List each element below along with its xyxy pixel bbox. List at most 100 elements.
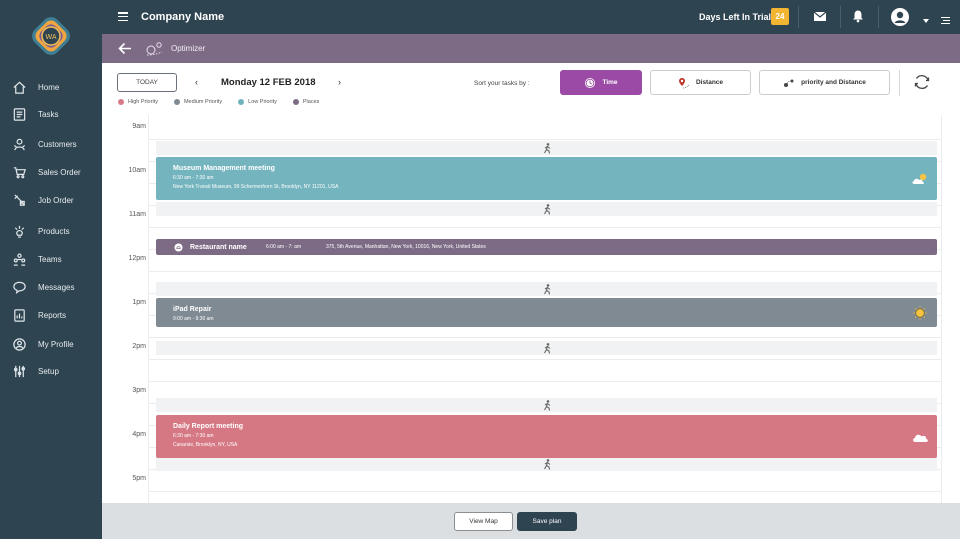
prev-day-icon[interactable]: ‹	[195, 77, 198, 87]
event-card[interactable]: Museum Management meeting 6:30 am - 7:30 …	[156, 157, 937, 200]
sidebar-item-label: Teams	[38, 254, 62, 264]
save-plan-button[interactable]: Save plan	[517, 512, 577, 531]
event-address: Canarsie, Brooklyn, NY, USA	[173, 442, 238, 448]
mail-icon[interactable]	[813, 9, 827, 23]
sidebar: WA Home Tasks Customers Sales Order Job Orde…	[0, 0, 102, 539]
legend-item: Low Priority	[238, 99, 277, 105]
back-arrow-icon[interactable]	[118, 42, 132, 55]
tasks-icon	[11, 106, 27, 122]
event-title: iPad Repair	[173, 306, 212, 313]
teams-icon	[11, 251, 27, 267]
cloudy-icon	[911, 430, 929, 444]
clock-icon	[585, 77, 596, 88]
setup-icon	[11, 363, 27, 379]
chevron-down-icon[interactable]	[922, 12, 930, 23]
sidebar-item-label: Sales Order	[38, 167, 81, 177]
walking-icon	[542, 458, 552, 470]
sidebar-item-label: My Profile	[38, 339, 74, 349]
legend-item: Places	[292, 99, 319, 105]
hour-label: 3pm	[132, 387, 146, 394]
place-card[interactable]: Restaurant name 6:00 am - 7: am 375, 5th A…	[156, 239, 937, 255]
options-menu-icon[interactable]	[941, 12, 950, 24]
menu-icon[interactable]	[118, 12, 128, 22]
sort-time-button[interactable]: Time	[560, 70, 642, 95]
hour-label: 2pm	[132, 343, 146, 350]
sidebar-item-my-profile[interactable]: My Profile	[0, 331, 102, 357]
hour-label: 1pm	[132, 299, 146, 306]
sidebar-item-label: Messages	[38, 282, 75, 292]
travel-gap	[156, 398, 937, 412]
map-pin-icon	[678, 77, 690, 88]
event-address: New York Transit Museum, 99 Schermerhorn…	[173, 184, 339, 190]
sub-header: Optimizer	[102, 34, 960, 63]
sunny-icon	[911, 306, 929, 320]
sidebar-item-label: Job Order	[38, 195, 74, 205]
sales-order-icon	[11, 164, 27, 180]
walking-icon	[542, 203, 552, 215]
sidebar-item-products[interactable]: Products	[0, 218, 102, 244]
job-order-icon	[11, 192, 27, 208]
sidebar-item-label: Customers	[38, 139, 77, 149]
avatar[interactable]	[890, 7, 910, 27]
sort-priority-distance-button[interactable]: priority and Distance	[759, 70, 890, 95]
sidebar-item-label: Setup	[38, 366, 59, 376]
event-title: Museum Management meeting	[173, 165, 275, 172]
sort-priority-distance-label: priority and Distance	[801, 79, 866, 86]
calendar-grid: 9am 10am 11am 12pm 1pm 2pm 3pm 4pm 5pm Museum Man…	[102, 115, 960, 514]
page-title: Optimizer	[171, 44, 206, 53]
hour-label: 4pm	[132, 431, 146, 438]
priority-legend: High Priority Medium Priority Low Priority…	[118, 99, 335, 105]
route-icon	[784, 79, 794, 87]
products-icon	[11, 223, 27, 239]
travel-gap	[156, 202, 937, 216]
sort-label: Sort your tasks by :	[474, 80, 530, 87]
sidebar-item-messages[interactable]: Messages	[0, 274, 102, 300]
sidebar-item-teams[interactable]: Teams	[0, 246, 102, 272]
sidebar-item-tasks[interactable]: Tasks	[0, 101, 102, 127]
hour-label: 10am	[128, 167, 146, 174]
restaurant-icon	[174, 242, 183, 252]
place-time: 6:00 am - 7: am	[266, 244, 302, 250]
hour-label: 12pm	[128, 255, 146, 262]
bell-icon[interactable]	[851, 9, 865, 23]
partly-cloudy-icon	[911, 172, 929, 186]
place-title: Restaurant name	[190, 243, 247, 251]
trial-label: Days Left In Trial	[699, 12, 772, 22]
current-date: Monday 12 FEB 2018	[221, 77, 316, 88]
sidebar-item-label: Tasks	[38, 109, 59, 119]
walking-icon	[542, 399, 552, 411]
event-title: Daily Report meeting	[173, 423, 244, 430]
sort-time-label: Time	[602, 79, 618, 86]
legend-item: Medium Priority	[173, 99, 222, 105]
reports-icon	[11, 307, 27, 323]
refresh-icon[interactable]	[912, 72, 932, 92]
sidebar-item-label: Home	[38, 82, 60, 92]
sidebar-item-sales-order[interactable]: Sales Order	[0, 159, 102, 185]
today-button[interactable]: TODAY	[117, 73, 177, 92]
optimizer-panel: TODAY ‹ Monday 12 FEB 2018 › Sort your t…	[102, 63, 960, 514]
walking-icon	[542, 142, 552, 154]
next-day-icon[interactable]: ›	[338, 77, 341, 87]
sidebar-item-job-order[interactable]: Job Order	[0, 187, 102, 213]
logo-icon: WA	[32, 17, 70, 55]
sidebar-item-home[interactable]: Home	[0, 74, 102, 100]
event-card[interactable]: Daily Report meeting 6:30 am - 7:30 am Can…	[156, 415, 937, 458]
view-map-button[interactable]: View Map	[454, 512, 513, 531]
sidebar-item-customers[interactable]: Customers	[0, 131, 102, 157]
sidebar-item-setup[interactable]: Setup	[0, 358, 102, 384]
sidebar-item-label: Products	[38, 226, 70, 236]
sort-distance-button[interactable]: Distance	[650, 70, 751, 95]
profile-icon	[11, 336, 27, 352]
event-card[interactable]: iPad Repair 9:00 am - 9:30 am	[156, 298, 937, 327]
footer-bar: View Map Save plan	[102, 503, 960, 539]
svg-text:WA: WA	[45, 34, 56, 41]
event-time: 6:30 am - 7:30 am	[173, 433, 214, 439]
hour-label: 5pm	[132, 475, 146, 482]
sidebar-item-reports[interactable]: Reports	[0, 302, 102, 328]
walking-icon	[542, 283, 552, 295]
hour-label: 11am	[129, 211, 146, 218]
messages-icon	[11, 279, 27, 295]
travel-gap	[156, 141, 937, 155]
legend-item: High Priority	[118, 99, 158, 105]
travel-gap	[156, 341, 937, 355]
